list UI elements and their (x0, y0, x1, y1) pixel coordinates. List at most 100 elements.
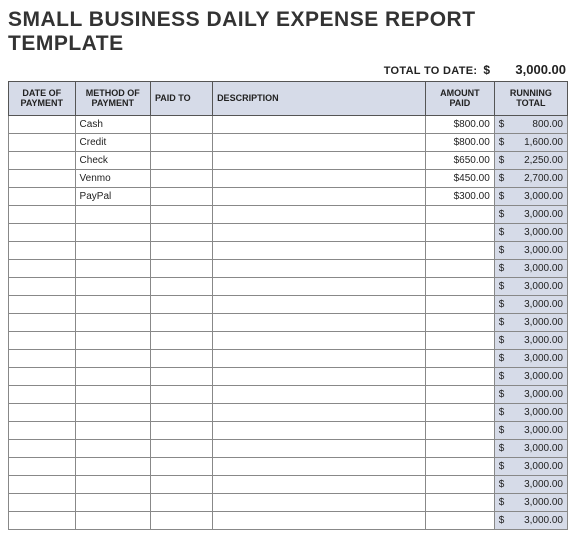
cell-method[interactable] (75, 223, 150, 241)
cell-amount[interactable] (426, 403, 495, 421)
cell-method[interactable] (75, 475, 150, 493)
cell-date[interactable] (9, 385, 76, 403)
cell-desc[interactable] (213, 295, 426, 313)
cell-method[interactable] (75, 259, 150, 277)
cell-paidto[interactable] (150, 403, 212, 421)
cell-paidto[interactable] (150, 385, 212, 403)
cell-method[interactable] (75, 313, 150, 331)
cell-desc[interactable] (213, 115, 426, 133)
cell-method[interactable] (75, 277, 150, 295)
cell-paidto[interactable] (150, 313, 212, 331)
cell-desc[interactable] (213, 223, 426, 241)
cell-amount[interactable] (426, 313, 495, 331)
cell-method[interactable] (75, 421, 150, 439)
cell-desc[interactable] (213, 241, 426, 259)
cell-desc[interactable] (213, 439, 426, 457)
cell-amount[interactable]: $650.00 (426, 151, 495, 169)
cell-date[interactable] (9, 133, 76, 151)
cell-method[interactable]: Venmo (75, 169, 150, 187)
cell-paidto[interactable] (150, 511, 212, 529)
cell-method[interactable] (75, 241, 150, 259)
cell-desc[interactable] (213, 313, 426, 331)
cell-paidto[interactable] (150, 133, 212, 151)
cell-amount[interactable] (426, 439, 495, 457)
cell-desc[interactable] (213, 169, 426, 187)
cell-desc[interactable] (213, 133, 426, 151)
cell-date[interactable] (9, 511, 76, 529)
cell-desc[interactable] (213, 385, 426, 403)
cell-method[interactable]: PayPal (75, 187, 150, 205)
cell-desc[interactable] (213, 421, 426, 439)
cell-date[interactable] (9, 403, 76, 421)
cell-amount[interactable] (426, 457, 495, 475)
cell-amount[interactable] (426, 277, 495, 295)
cell-amount[interactable] (426, 493, 495, 511)
cell-date[interactable] (9, 115, 76, 133)
cell-method[interactable] (75, 295, 150, 313)
cell-date[interactable] (9, 313, 76, 331)
cell-date[interactable] (9, 241, 76, 259)
cell-date[interactable] (9, 331, 76, 349)
cell-amount[interactable] (426, 241, 495, 259)
cell-date[interactable] (9, 475, 76, 493)
cell-date[interactable] (9, 493, 76, 511)
cell-desc[interactable] (213, 277, 426, 295)
cell-paidto[interactable] (150, 151, 212, 169)
cell-paidto[interactable] (150, 169, 212, 187)
cell-desc[interactable] (213, 511, 426, 529)
cell-paidto[interactable] (150, 475, 212, 493)
cell-paidto[interactable] (150, 259, 212, 277)
cell-desc[interactable] (213, 187, 426, 205)
cell-date[interactable] (9, 205, 76, 223)
cell-date[interactable] (9, 457, 76, 475)
cell-amount[interactable] (426, 349, 495, 367)
cell-paidto[interactable] (150, 439, 212, 457)
cell-method[interactable] (75, 403, 150, 421)
cell-date[interactable] (9, 367, 76, 385)
cell-amount[interactable]: $450.00 (426, 169, 495, 187)
cell-desc[interactable] (213, 367, 426, 385)
cell-amount[interactable]: $800.00 (426, 133, 495, 151)
cell-amount[interactable]: $800.00 (426, 115, 495, 133)
cell-method[interactable]: Credit (75, 133, 150, 151)
cell-desc[interactable] (213, 457, 426, 475)
cell-date[interactable] (9, 421, 76, 439)
cell-date[interactable] (9, 259, 76, 277)
cell-desc[interactable] (213, 403, 426, 421)
cell-date[interactable] (9, 439, 76, 457)
cell-paidto[interactable] (150, 367, 212, 385)
cell-paidto[interactable] (150, 331, 212, 349)
cell-date[interactable] (9, 151, 76, 169)
cell-amount[interactable] (426, 475, 495, 493)
cell-desc[interactable] (213, 259, 426, 277)
cell-paidto[interactable] (150, 187, 212, 205)
cell-date[interactable] (9, 169, 76, 187)
cell-paidto[interactable] (150, 295, 212, 313)
cell-date[interactable] (9, 187, 76, 205)
cell-desc[interactable] (213, 151, 426, 169)
cell-amount[interactable] (426, 421, 495, 439)
cell-method[interactable] (75, 367, 150, 385)
cell-method[interactable] (75, 511, 150, 529)
cell-amount[interactable] (426, 223, 495, 241)
cell-desc[interactable] (213, 205, 426, 223)
cell-method[interactable] (75, 349, 150, 367)
cell-paidto[interactable] (150, 349, 212, 367)
cell-method[interactable]: Cash (75, 115, 150, 133)
cell-amount[interactable]: $300.00 (426, 187, 495, 205)
cell-amount[interactable] (426, 367, 495, 385)
cell-desc[interactable] (213, 475, 426, 493)
cell-amount[interactable] (426, 259, 495, 277)
cell-paidto[interactable] (150, 223, 212, 241)
cell-method[interactable] (75, 439, 150, 457)
cell-amount[interactable] (426, 511, 495, 529)
cell-date[interactable] (9, 295, 76, 313)
cell-amount[interactable] (426, 331, 495, 349)
cell-amount[interactable] (426, 385, 495, 403)
cell-date[interactable] (9, 277, 76, 295)
cell-paidto[interactable] (150, 241, 212, 259)
cell-method[interactable] (75, 205, 150, 223)
cell-method[interactable] (75, 331, 150, 349)
cell-paidto[interactable] (150, 457, 212, 475)
cell-method[interactable] (75, 457, 150, 475)
